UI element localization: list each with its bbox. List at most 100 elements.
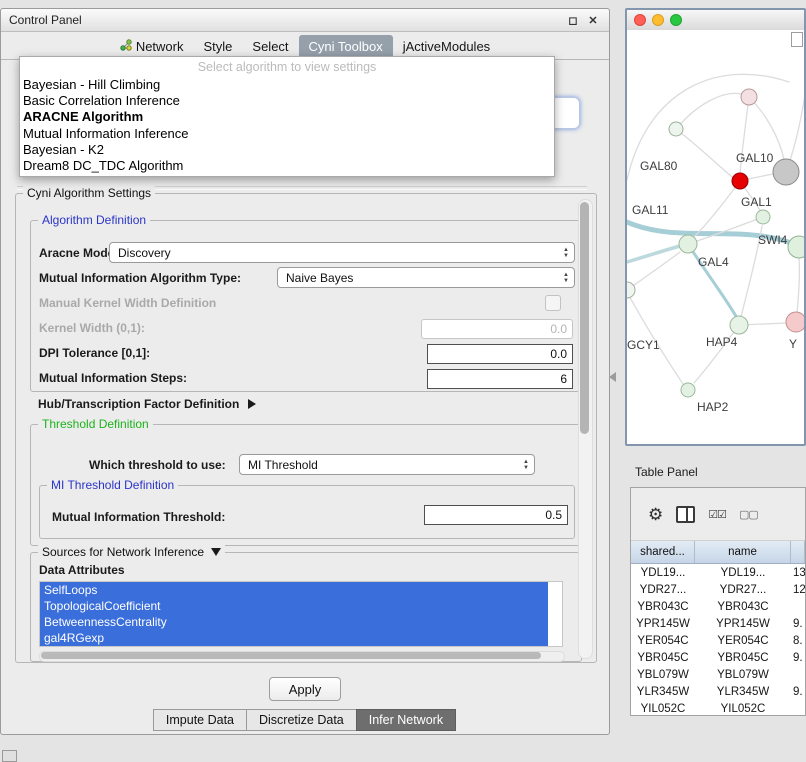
zoom-traffic-light-icon[interactable] bbox=[670, 14, 682, 26]
algorithm-combo-fragment[interactable] bbox=[552, 97, 580, 129]
panel-collapse-arrow-icon[interactable] bbox=[609, 372, 616, 382]
network-node[interactable] bbox=[756, 210, 770, 224]
network-node[interactable] bbox=[773, 159, 799, 185]
bottom-tab-impute-data[interactable]: Impute Data bbox=[153, 709, 247, 731]
attribute-item-betweennesscentrality[interactable]: BetweennessCentrality bbox=[40, 614, 548, 630]
table-row[interactable]: YPR145WYPR145W9. bbox=[631, 615, 805, 632]
network-edge[interactable] bbox=[627, 246, 680, 262]
columns-icon[interactable] bbox=[676, 506, 695, 523]
network-graph[interactable]: GAL80GAL10GAL11GAL1SWI4GAL4GCY1HAP4HAP2Y bbox=[627, 30, 804, 444]
table-cell: YER054C bbox=[695, 635, 791, 647]
mi-threshold-label: Mutual Information Threshold: bbox=[52, 510, 225, 524]
algorithm-popup-list: Select algorithm to view settings Bayesi… bbox=[19, 56, 555, 177]
network-edge[interactable] bbox=[627, 252, 680, 290]
kernel-width-label: Kernel Width (0,1): bbox=[39, 321, 145, 335]
algorithm-option-aracne-algorithm[interactable]: ARACNE Algorithm bbox=[20, 109, 554, 125]
network-edge[interactable] bbox=[676, 129, 732, 177]
table-panel-title: Table Panel bbox=[635, 465, 698, 479]
popup-hint: Select algorithm to view settings bbox=[20, 57, 554, 77]
table-row[interactable]: YBL079WYBL079W bbox=[631, 666, 805, 683]
kernel-width-field[interactable] bbox=[421, 319, 573, 339]
network-canvas[interactable]: GAL80GAL10GAL11GAL1SWI4GAL4GCY1HAP4HAP2Y bbox=[627, 30, 804, 444]
algorithm-option-dream8-dc-tdc-algorithm[interactable]: Dream8 DC_TDC Algorithm bbox=[20, 158, 554, 174]
combo-arrows-icon: ▲▼ bbox=[563, 247, 569, 259]
minimize-traffic-light-icon[interactable] bbox=[652, 14, 664, 26]
select-all-checkboxes-icon[interactable]: ☑☑ bbox=[708, 508, 726, 521]
algorithm-option-mutual-information-inference[interactable]: Mutual Information Inference bbox=[20, 126, 554, 142]
window-title: Control Panel bbox=[9, 13, 82, 27]
aracne-mode-combo[interactable]: Discovery ▲▼ bbox=[109, 242, 575, 263]
deselect-all-checkboxes-icon[interactable]: ▢▢ bbox=[739, 508, 758, 521]
mi-threshold-definition-group: MI Threshold Definition Mutual Informati… bbox=[39, 485, 575, 539]
gear-icon[interactable]: ⚙ bbox=[648, 506, 663, 523]
column-header-extra[interactable] bbox=[791, 541, 805, 563]
column-header-shared-name[interactable]: shared... bbox=[631, 541, 695, 563]
table-cell: YBR043C bbox=[631, 601, 695, 613]
float-window-icon[interactable]: ◻ bbox=[565, 14, 581, 27]
tab-label: Style bbox=[204, 39, 233, 54]
network-node[interactable] bbox=[669, 122, 683, 136]
network-node[interactable] bbox=[681, 383, 695, 397]
apply-button[interactable]: Apply bbox=[269, 677, 341, 701]
table-cell: YIL052C bbox=[631, 703, 695, 715]
panel-grip-icon[interactable] bbox=[2, 750, 17, 762]
hub-definition-toggle[interactable]: Hub/Transcription Factor Definition bbox=[38, 397, 256, 411]
expanded-arrow-icon bbox=[211, 548, 221, 556]
table-row[interactable]: YER054CYER054C8. bbox=[631, 632, 805, 649]
sources-toggle[interactable]: Sources for Network Inference bbox=[38, 545, 225, 559]
mi-type-label: Mutual Information Algorithm Type: bbox=[39, 271, 241, 285]
attributes-horizontal-scrollbar[interactable] bbox=[39, 651, 565, 662]
network-edge[interactable] bbox=[748, 174, 773, 179]
table-cell: YLR345W bbox=[695, 686, 791, 698]
control-panel-window: Control Panel ◻ ✕ Network Style Select Cyni… bbox=[0, 8, 610, 735]
tab-label: Network bbox=[136, 39, 184, 54]
table-row[interactable]: YBR045CYBR045C9. bbox=[631, 649, 805, 666]
mi-threshold-field[interactable] bbox=[424, 505, 568, 525]
node-label-swi4: SWI4 bbox=[758, 233, 788, 247]
dpi-tolerance-field[interactable] bbox=[427, 344, 573, 364]
table-cell: YBL079W bbox=[631, 669, 695, 681]
scrollbar-thumb[interactable] bbox=[580, 202, 589, 434]
network-edge[interactable] bbox=[676, 93, 741, 129]
table-row[interactable]: YLR345WYLR345W9. bbox=[631, 683, 805, 700]
scrollbar-thumb[interactable] bbox=[41, 652, 541, 659]
tab-label: Select bbox=[252, 39, 288, 54]
network-node[interactable] bbox=[741, 89, 757, 105]
table-cell: YIL052C bbox=[695, 703, 791, 715]
close-icon[interactable]: ✕ bbox=[585, 14, 601, 27]
network-node[interactable] bbox=[627, 282, 635, 298]
attribute-item-topologicalcoefficient[interactable]: TopologicalCoefficient bbox=[40, 598, 548, 614]
table-row[interactable]: YBR043CYBR043C bbox=[631, 598, 805, 615]
table-row[interactable]: YIL052CYIL052C bbox=[631, 700, 805, 716]
mi-algorithm-type-combo[interactable]: Naive Bayes ▲▼ bbox=[277, 267, 575, 288]
mi-steps-field[interactable] bbox=[427, 369, 573, 389]
tab-label: Cyni Toolbox bbox=[309, 39, 383, 54]
table-cell: 9. bbox=[791, 618, 805, 630]
column-header-name[interactable]: name bbox=[695, 541, 791, 563]
aracne-mode-label: Aracne Mode: bbox=[39, 246, 118, 260]
settings-vertical-scrollbar[interactable] bbox=[578, 199, 593, 659]
bottom-tab-discretize-data[interactable]: Discretize Data bbox=[246, 709, 357, 731]
attribute-item-selfloops[interactable]: SelfLoops bbox=[40, 582, 548, 598]
close-traffic-light-icon[interactable] bbox=[634, 14, 646, 26]
algorithm-option-bayesian-hill-climbing[interactable]: Bayesian - Hill Climbing bbox=[20, 77, 554, 93]
data-attributes-label: Data Attributes bbox=[39, 563, 125, 577]
table-row[interactable]: YDR27...YDR27...12 bbox=[631, 581, 805, 598]
attribute-item-gal4rgexp[interactable]: gal4RGexp bbox=[40, 630, 548, 646]
network-node[interactable] bbox=[732, 173, 748, 189]
network-node[interactable] bbox=[730, 316, 748, 334]
network-node[interactable] bbox=[788, 236, 804, 258]
network-node[interactable] bbox=[786, 312, 804, 332]
canvas-scrollbar-button[interactable] bbox=[791, 32, 803, 47]
bottom-tab-infer-network[interactable]: Infer Network bbox=[356, 709, 456, 731]
mi-type-value: Naive Bayes bbox=[286, 271, 353, 285]
sources-group: Sources for Network Inference Data Attri… bbox=[30, 552, 582, 662]
network-edge[interactable] bbox=[749, 97, 784, 159]
network-edge[interactable] bbox=[694, 325, 739, 383]
network-node[interactable] bbox=[679, 235, 697, 253]
manual-kernel-checkbox[interactable] bbox=[545, 295, 561, 311]
table-row[interactable]: YDL19...YDL19...13 bbox=[631, 564, 805, 581]
algorithm-option-basic-correlation-inference[interactable]: Basic Correlation Inference bbox=[20, 93, 554, 109]
algorithm-option-bayesian-k2[interactable]: Bayesian - K2 bbox=[20, 142, 554, 158]
which-threshold-combo[interactable]: MI Threshold ▲▼ bbox=[239, 454, 535, 475]
